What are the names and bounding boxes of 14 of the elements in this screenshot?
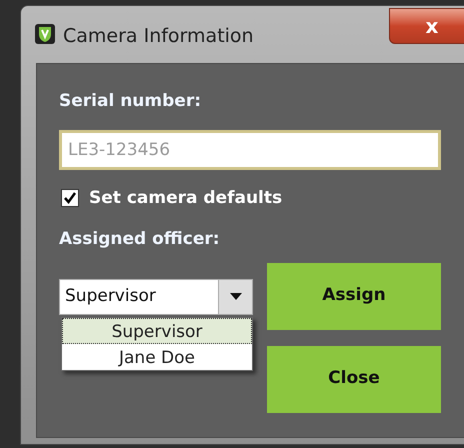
officer-label: Assigned officer: xyxy=(59,228,221,251)
close-dialog-button[interactable]: Close xyxy=(267,346,441,412)
officer-dropdown[interactable]: Supervisor xyxy=(59,278,253,314)
defaults-checkbox[interactable] xyxy=(61,189,79,208)
shield-logo-icon xyxy=(35,24,55,44)
window-title: Camera Information xyxy=(63,24,254,49)
checkmark-icon xyxy=(63,191,77,206)
caret-icon xyxy=(230,293,242,300)
dropdown-option[interactable]: Supervisor xyxy=(62,318,252,344)
window-close-button[interactable]: x xyxy=(389,8,464,44)
dropdown-option[interactable]: Jane Doe xyxy=(62,344,252,370)
defaults-label: Set camera defaults xyxy=(89,186,282,210)
serial-label: Serial number: xyxy=(59,90,202,113)
assign-button[interactable]: Assign xyxy=(267,262,441,330)
